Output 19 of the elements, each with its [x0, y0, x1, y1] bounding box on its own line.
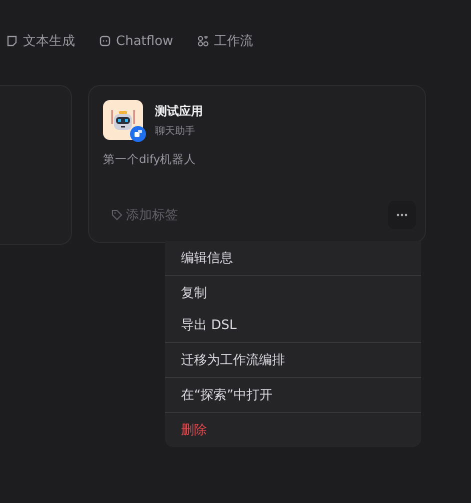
tab[interactable]: 文本生成: [6, 30, 75, 52]
more-button[interactable]: [388, 201, 416, 229]
app-description: 第一个dify机器人: [103, 152, 198, 167]
menu-item[interactable]: 在“探索”中打开: [165, 379, 421, 411]
workflow-icon: [197, 35, 210, 47]
menu-item[interactable]: 删除: [165, 414, 421, 446]
more-icon: [396, 213, 408, 217]
app-title: 测试应用: [155, 103, 203, 120]
tab[interactable]: 工作流: [197, 30, 254, 52]
chat-icon: [99, 35, 111, 47]
app-type-label: 聊天助手: [155, 124, 196, 138]
robot-avatar-icon: [103, 100, 143, 140]
tag-icon: [111, 209, 123, 221]
menu-item[interactable]: 复制: [165, 277, 421, 309]
menu-item[interactable]: 编辑信息: [165, 242, 421, 274]
tab[interactable]: Chatflow: [99, 30, 174, 52]
document-icon: [6, 35, 18, 47]
menu-item[interactable]: 导出 DSL: [165, 309, 421, 341]
menu-item[interactable]: 迁移为工作流编排: [165, 344, 421, 376]
